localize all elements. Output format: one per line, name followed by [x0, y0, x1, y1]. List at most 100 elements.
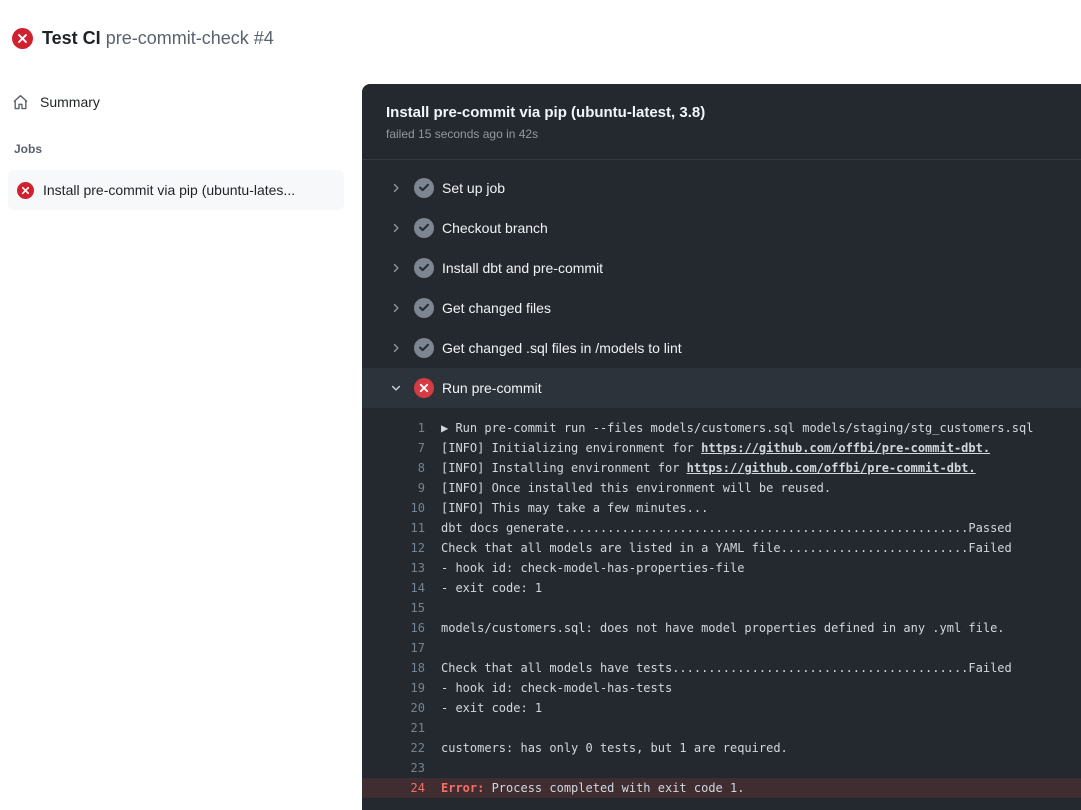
log-line-text: [INFO] Once installed this environment w… [441, 481, 831, 495]
check-circle-success-icon [414, 178, 434, 198]
step-row[interactable]: Run pre-commit [362, 368, 1081, 408]
log-line: 23 [362, 758, 1081, 778]
log-line-text: Check that all models have tests........… [441, 661, 1012, 675]
log-line-number[interactable]: 13 [362, 561, 425, 575]
log-line-number[interactable]: 7 [362, 441, 425, 455]
log-line: 1 ▶ Run pre-commit run --files models/cus… [362, 418, 1081, 438]
check-circle-success-icon [414, 258, 434, 278]
chevron-right-icon [390, 302, 402, 314]
log-line: 13 - hook id: check-model-has-properties-… [362, 558, 1081, 578]
log-line-text: - exit code: 1 [441, 581, 542, 595]
sidebar-item-job[interactable]: Install pre-commit via pip (ubuntu-lates… [8, 170, 344, 210]
run-name: pre-commit-check #4 [106, 28, 274, 48]
log-text-segment: - exit code: 1 [441, 701, 542, 715]
log-line-number[interactable]: 9 [362, 481, 425, 495]
log-line-number[interactable]: 16 [362, 621, 425, 635]
step-label: Install dbt and pre-commit [442, 260, 603, 276]
log-line-number[interactable]: 10 [362, 501, 425, 515]
log-line-text: - hook id: check-model-has-properties-fi… [441, 561, 744, 575]
chevron-right-icon [390, 342, 402, 354]
log-text-segment: Process completed with exit code 1. [492, 781, 745, 795]
chevron-right-icon [390, 222, 402, 234]
log-text-segment: [INFO] This may take a few minutes... [441, 501, 708, 515]
log-line-number[interactable]: 17 [362, 641, 425, 655]
log-text-segment: [INFO] Once installed this environment w… [441, 481, 831, 495]
log-line-text: [INFO] Initializing environment for http… [441, 441, 990, 455]
log-text-segment: [INFO] Installing environment for [441, 461, 687, 475]
log-line: 11 dbt docs generate.....................… [362, 518, 1081, 538]
page-title: Test CI pre-commit-check #4 [42, 26, 274, 50]
log-line-number[interactable]: 22 [362, 741, 425, 755]
log-text-segment: ........................................… [672, 661, 968, 675]
step-row[interactable]: Get changed .sql files in /models to lin… [362, 328, 1081, 368]
log-line-number[interactable]: 14 [362, 581, 425, 595]
step-row[interactable]: Set up job [362, 168, 1081, 208]
job-title: Install pre-commit via pip (ubuntu-lates… [386, 103, 1057, 122]
log-line-number[interactable]: 1 [362, 421, 425, 435]
log-line-text: customers: has only 0 tests, but 1 are r… [441, 741, 788, 755]
log-text-segment: ▶ Run pre-commit run --files models/cust… [441, 421, 1033, 435]
check-circle-success-icon [414, 338, 434, 358]
log-text-segment: ........................................… [564, 521, 969, 535]
log-line: 7 [INFO] Initializing environment for htt… [362, 438, 1081, 458]
x-circle-failed-icon [414, 378, 434, 398]
log-line-text: dbt docs generate.......................… [441, 521, 1012, 535]
log-line-number[interactable]: 21 [362, 721, 425, 735]
log-line-number[interactable]: 18 [362, 661, 425, 675]
check-circle-success-icon [414, 298, 434, 318]
log-text-segment: Failed [968, 661, 1011, 675]
log-line-text: - hook id: check-model-has-tests [441, 681, 672, 695]
jobs-heading: Jobs [0, 142, 362, 156]
step-label: Get changed .sql files in /models to lin… [442, 340, 682, 356]
log-line-number[interactable]: 11 [362, 521, 425, 535]
job-panel: Install pre-commit via pip (ubuntu-lates… [362, 84, 1081, 810]
log-line: 24 Error: Process completed with exit cod… [362, 778, 1081, 798]
run-header: Test CI pre-commit-check #4 [12, 26, 274, 50]
log-line-number[interactable]: 20 [362, 701, 425, 715]
x-circle-failed-icon [12, 28, 33, 49]
log-line: 16 models/customers.sql: does not have mo… [362, 618, 1081, 638]
log-link[interactable]: https://github.com/offbi/pre-commit-dbt. [701, 441, 990, 455]
sidebar: Summary Jobs Install pre-commit via pip … [0, 84, 362, 210]
log-line: 14 - exit code: 1 [362, 578, 1081, 598]
log-line: 21 [362, 718, 1081, 738]
log-line: 19 - hook id: check-model-has-tests [362, 678, 1081, 698]
step-row[interactable]: Get changed files [362, 288, 1081, 328]
steps-list: Set up jobCheckout branch Install dbt and… [362, 160, 1081, 408]
x-circle-failed-icon [17, 182, 34, 199]
log-line-text: Error: Process completed with exit code … [441, 781, 744, 795]
log-line-text: [INFO] This may take a few minutes... [441, 501, 708, 515]
home-icon [12, 94, 29, 111]
job-panel-header: Install pre-commit via pip (ubuntu-lates… [362, 84, 1081, 160]
check-circle-success-icon [414, 218, 434, 238]
log-text-segment: - hook id: check-model-has-properties-fi… [441, 561, 744, 575]
step-row[interactable]: Install dbt and pre-commit [362, 248, 1081, 288]
log-line-number[interactable]: 24 [362, 781, 425, 795]
step-row[interactable]: Checkout branch [362, 208, 1081, 248]
log-line: 10 [INFO] This may take a few minutes... [362, 498, 1081, 518]
log-text-segment: - exit code: 1 [441, 581, 542, 595]
log-line-number[interactable]: 8 [362, 461, 425, 475]
workflow-run-page: Test CI pre-commit-check #4 Summary Jobs… [0, 0, 1081, 810]
sidebar-job-label: Install pre-commit via pip (ubuntu-lates… [43, 182, 295, 198]
log-line-number[interactable]: 15 [362, 601, 425, 615]
log-line-text: models/customers.sql: does not have mode… [441, 621, 1005, 635]
log-text-segment: .......................... [781, 541, 969, 555]
log-line: 15 [362, 598, 1081, 618]
log-text-segment: Check that all models have tests [441, 661, 672, 675]
log-line-number[interactable]: 19 [362, 681, 425, 695]
log-text-segment: Passed [968, 521, 1011, 535]
log-text-segment: Check that all models are listed in a YA… [441, 541, 781, 555]
log-line: 12 Check that all models are listed in a … [362, 538, 1081, 558]
log-text-segment: Failed [968, 541, 1011, 555]
log-line-number[interactable]: 12 [362, 541, 425, 555]
log-line: 22 customers: has only 0 tests, but 1 are… [362, 738, 1081, 758]
log-link[interactable]: https://github.com/offbi/pre-commit-dbt. [687, 461, 976, 475]
log-text-segment: models/customers.sql: does not have mode… [441, 621, 1005, 635]
step-label: Get changed files [442, 300, 551, 316]
sidebar-item-summary[interactable]: Summary [0, 84, 362, 120]
log-line: 8 [INFO] Installing environment for https… [362, 458, 1081, 478]
log-output: 1 ▶ Run pre-commit run --files models/cus… [362, 408, 1081, 798]
log-line-text: - exit code: 1 [441, 701, 542, 715]
log-line-number[interactable]: 23 [362, 761, 425, 775]
